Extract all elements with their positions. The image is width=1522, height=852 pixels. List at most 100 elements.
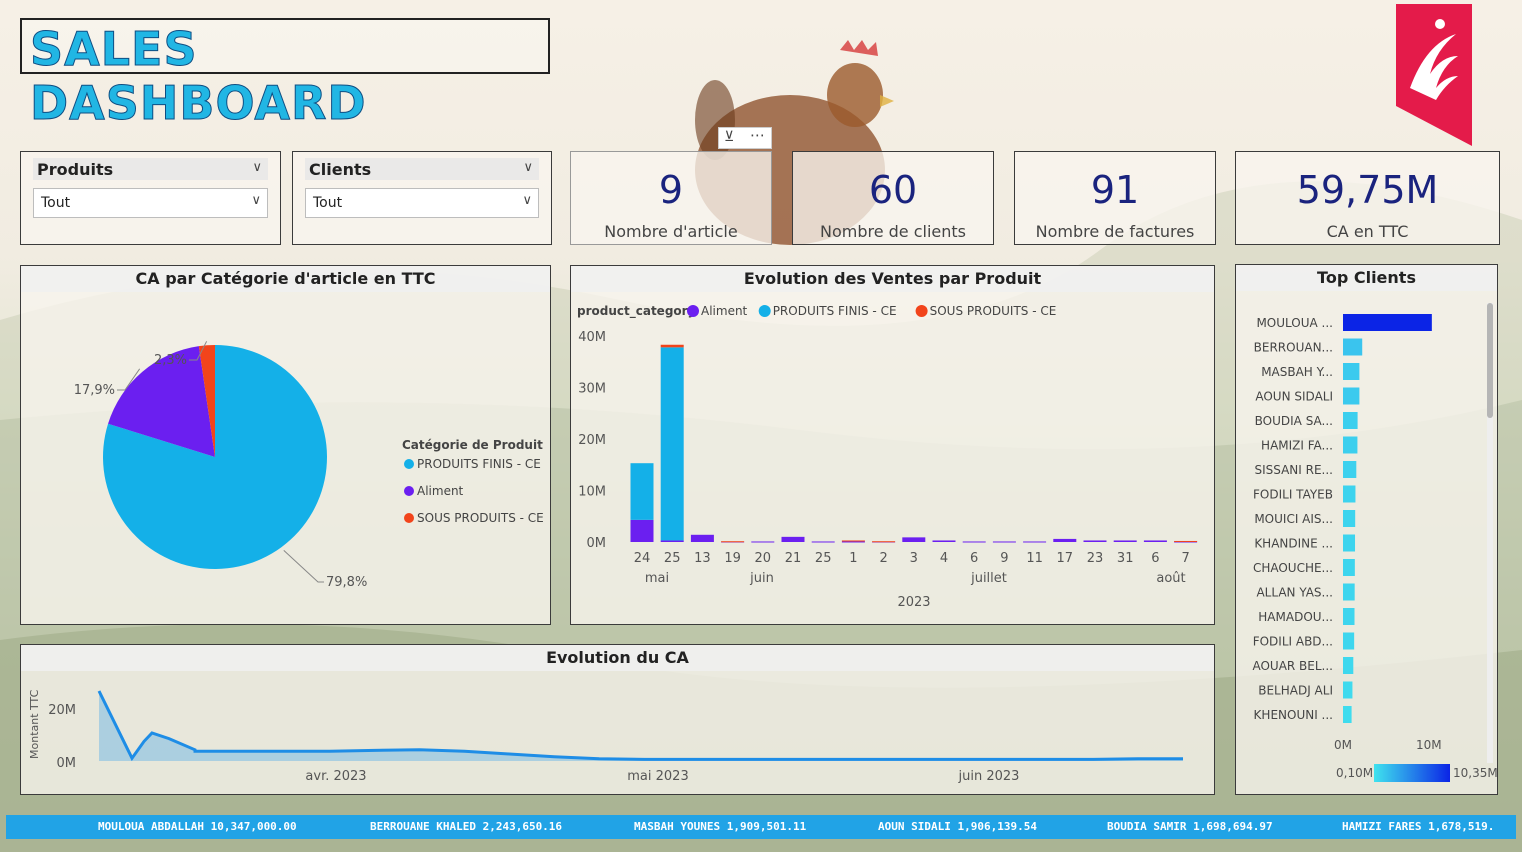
client-bar[interactable] <box>1343 461 1357 478</box>
dashboard-title: SALES DASHBOARD <box>30 22 367 131</box>
top-clients-panel[interactable]: Top Clients 0,10M 10,35M MOULOUA ... BERR… <box>1235 264 1498 795</box>
x-tick-label: 9 <box>1000 551 1008 566</box>
client-bar[interactable] <box>1343 314 1432 331</box>
chevron-down-icon[interactable]: ∨ <box>523 160 533 175</box>
pie-chart[interactable]: Catégorie de Produit 79,8% PRODUITS FINIS… <box>21 292 550 622</box>
kpi-value: 9 <box>658 168 684 212</box>
ticker-item: MASBAH YOUNES 1,909,501.11 <box>634 820 807 833</box>
bar-segment[interactable] <box>660 344 684 348</box>
client-bar[interactable] <box>1343 583 1355 601</box>
chevron-down-icon[interactable]: ∨ <box>251 193 261 208</box>
client-bar[interactable] <box>1343 657 1354 674</box>
client-bar[interactable] <box>1343 632 1355 650</box>
client-name: ALLAN YAS... <box>1256 586 1333 600</box>
client-bar[interactable] <box>1343 363 1360 380</box>
slicer-header[interactable]: Clients ∨ <box>305 158 539 180</box>
bar-segment[interactable] <box>872 541 896 543</box>
chevron-down-icon[interactable]: ∨ <box>252 160 262 175</box>
legend-label: SOUS PRODUITS - CE <box>930 304 1057 318</box>
produits-dropdown[interactable]: Tout ∨ <box>33 188 268 218</box>
ticker-item: BERROUANE KHALED 2,243,650.16 <box>370 820 563 833</box>
legend-dot <box>404 459 414 469</box>
bar-segment[interactable] <box>841 540 865 542</box>
x-tick-label: 2 <box>879 551 887 566</box>
slicer-label: Produits <box>37 160 114 179</box>
kpi-value: 59,75M <box>1296 168 1439 212</box>
client-bar[interactable] <box>1343 485 1356 503</box>
client-name: HAMIZI FA... <box>1261 439 1333 453</box>
bar-segment[interactable] <box>1113 540 1137 542</box>
bar-segment[interactable] <box>1174 540 1198 542</box>
client-name: KHENOUNI ... <box>1254 708 1333 722</box>
kpi-card-factures[interactable]: 91 Nombre de factures <box>1014 151 1216 245</box>
y-tick-label: 20M <box>578 433 606 448</box>
client-bar[interactable] <box>1343 534 1356 552</box>
bar-segment[interactable] <box>1053 538 1077 542</box>
slicer-header[interactable]: Produits ∨ <box>33 158 268 180</box>
slicer-label: Clients <box>309 160 372 179</box>
bar-segment[interactable] <box>660 347 684 541</box>
bar-segment[interactable] <box>932 540 956 542</box>
bar-segment[interactable] <box>1143 540 1167 542</box>
kpi-card-clients[interactable]: 60 Nombre de clients <box>792 151 994 245</box>
bar-segment[interactable] <box>781 536 805 542</box>
pie-chart-panel[interactable]: CA par Catégorie d'article en TTC Catégo… <box>20 265 551 625</box>
client-name: MOUICI AIS... <box>1254 512 1333 526</box>
bar-segment[interactable] <box>721 541 745 543</box>
client-bar[interactable] <box>1343 681 1353 699</box>
y-tick-label: 0M <box>587 536 607 551</box>
legend-label: PRODUITS FINIS - CE <box>417 457 541 471</box>
client-bar[interactable] <box>1343 387 1360 405</box>
line-chart-panel[interactable]: Evolution du CA Montant TTC 20M 0M avr. 20… <box>20 644 1215 795</box>
bar-segment[interactable] <box>1083 540 1107 542</box>
legend-label: SOUS PRODUITS - CE <box>417 511 544 525</box>
client-bar[interactable] <box>1343 706 1352 723</box>
stacked-bar-panel[interactable]: Evolution des Ventes par Produit product… <box>570 265 1215 625</box>
bar-segment[interactable] <box>630 519 654 542</box>
bar-segment[interactable] <box>841 541 865 543</box>
client-name: CHAOUCHE... <box>1253 561 1333 575</box>
pie-chart-title: CA par Catégorie d'article en TTC <box>21 266 550 292</box>
x-tick-label: 13 <box>694 551 711 566</box>
bar-segment[interactable] <box>690 534 714 542</box>
bar-segment[interactable] <box>902 537 926 542</box>
x-tick-label: 23 <box>1087 551 1104 566</box>
client-bar[interactable] <box>1343 608 1355 625</box>
kpi-card-articles[interactable]: 9 Nombre d'article <box>570 151 772 245</box>
bar-segment[interactable] <box>630 463 654 520</box>
bar-segment[interactable] <box>751 541 775 543</box>
client-bar[interactable] <box>1343 338 1363 356</box>
x-tick-label: 11 <box>1026 551 1043 566</box>
legend-dot <box>404 513 414 523</box>
clients-dropdown[interactable]: Tout ∨ <box>305 188 539 218</box>
chevron-down-icon[interactable]: ∨ <box>522 193 532 208</box>
more-options-icon[interactable]: ⋯ <box>750 126 765 144</box>
client-bar[interactable] <box>1343 559 1355 576</box>
stacked-bar-chart[interactable]: product_category Aliment PRODUITS FINIS -… <box>571 292 1214 622</box>
x-tick-label: 0M <box>1334 738 1352 752</box>
client-bar[interactable] <box>1343 510 1356 527</box>
bar-segment[interactable] <box>962 541 986 543</box>
client-bar[interactable] <box>1343 412 1358 429</box>
x-tick-label: 6 <box>970 551 978 566</box>
x-tick-label: 24 <box>634 551 651 566</box>
bar-segment[interactable] <box>992 541 1016 543</box>
bar-segment[interactable] <box>660 540 684 542</box>
bar-segment[interactable] <box>1023 541 1047 543</box>
pie-data-label: 79,8% <box>326 575 367 590</box>
kpi-card-ca[interactable]: 59,75M CA en TTC <box>1235 151 1500 245</box>
bar-segment[interactable] <box>811 541 835 543</box>
client-bar[interactable] <box>1343 436 1358 454</box>
scrollbar-thumb[interactable] <box>1487 303 1493 418</box>
filter-icon[interactable]: ⊻ <box>724 129 734 145</box>
client-name: BELHADJ ALI <box>1258 684 1333 698</box>
stacked-bar-title: Evolution des Ventes par Produit <box>571 266 1214 292</box>
gradient-max-label: 10,35M <box>1453 766 1497 780</box>
pie-leader-line <box>283 550 324 583</box>
y-tick-label: 10M <box>578 485 606 500</box>
produits-slicer: Produits ∨ Tout ∨ <box>20 151 281 245</box>
top-clients-chart[interactable]: 0,10M 10,35M MOULOUA ... BERROUAN... MASBA… <box>1236 291 1497 794</box>
legend-label: Aliment <box>701 304 748 318</box>
ca-area-chart[interactable]: Montant TTC 20M 0M avr. 2023 mai 2023 juin 2… <box>21 671 1214 793</box>
kpi-label: CA en TTC <box>1326 222 1409 241</box>
